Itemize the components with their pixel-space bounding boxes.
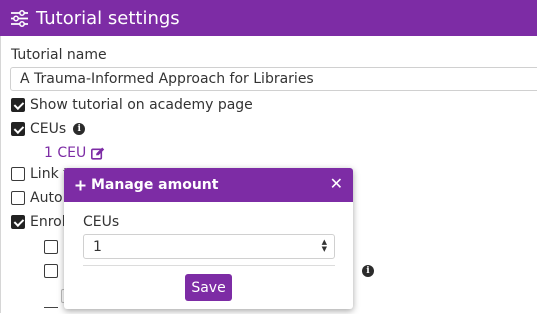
ceus-amount-value: 1 <box>93 239 102 255</box>
ceu-amount-text: 1 CEU <box>44 145 87 161</box>
tutorial-name-input[interactable]: A Trauma-Informed Approach for Libraries <box>10 67 537 91</box>
edit-icon[interactable] <box>91 147 105 160</box>
show-tutorial-checkbox[interactable] <box>11 98 25 112</box>
ceus-amount-input[interactable]: 1 ▲ ▼ <box>83 234 335 259</box>
manage-amount-modal: Manage amount ✕ CEUs 1 ▲ ▼ Save <box>64 168 353 309</box>
sliders-icon <box>11 9 28 27</box>
enroll-option-checkbox-2[interactable] <box>44 264 58 278</box>
show-tutorial-label: Show tutorial on academy page <box>30 97 253 113</box>
save-button[interactable]: Save <box>185 274 232 301</box>
modal-ceus-label: CEUs <box>83 214 120 230</box>
auto-checkbox[interactable] <box>11 191 25 205</box>
plus-icon <box>75 180 86 190</box>
enroll-row[interactable]: Enroll <box>11 214 70 230</box>
ceus-label: CEUs <box>30 121 67 137</box>
ceus-row[interactable]: CEUs i <box>11 121 86 137</box>
ceus-checkbox[interactable] <box>11 122 25 136</box>
stepper-down-icon[interactable]: ▼ <box>322 246 327 253</box>
enroll-checkbox[interactable] <box>11 215 25 229</box>
panel-left-border <box>0 0 1 313</box>
close-icon[interactable]: ✕ <box>330 176 343 192</box>
link-checkbox[interactable] <box>11 167 25 181</box>
settings-header: Tutorial settings <box>0 0 537 36</box>
ceu-amount-link[interactable]: 1 CEU <box>44 145 105 161</box>
tutorial-name-label: Tutorial name <box>11 47 107 63</box>
page-title: Tutorial settings <box>36 7 180 29</box>
number-stepper[interactable]: ▲ ▼ <box>322 239 327 253</box>
modal-divider <box>83 265 335 266</box>
info-icon[interactable]: i <box>73 123 86 135</box>
modal-title: Manage amount <box>91 177 219 193</box>
show-tutorial-row[interactable]: Show tutorial on academy page <box>11 97 253 113</box>
enroll-info-icon[interactable]: i <box>362 265 374 277</box>
modal-header: Manage amount ✕ <box>64 168 353 202</box>
enroll-option-checkbox-1[interactable] <box>44 240 58 254</box>
